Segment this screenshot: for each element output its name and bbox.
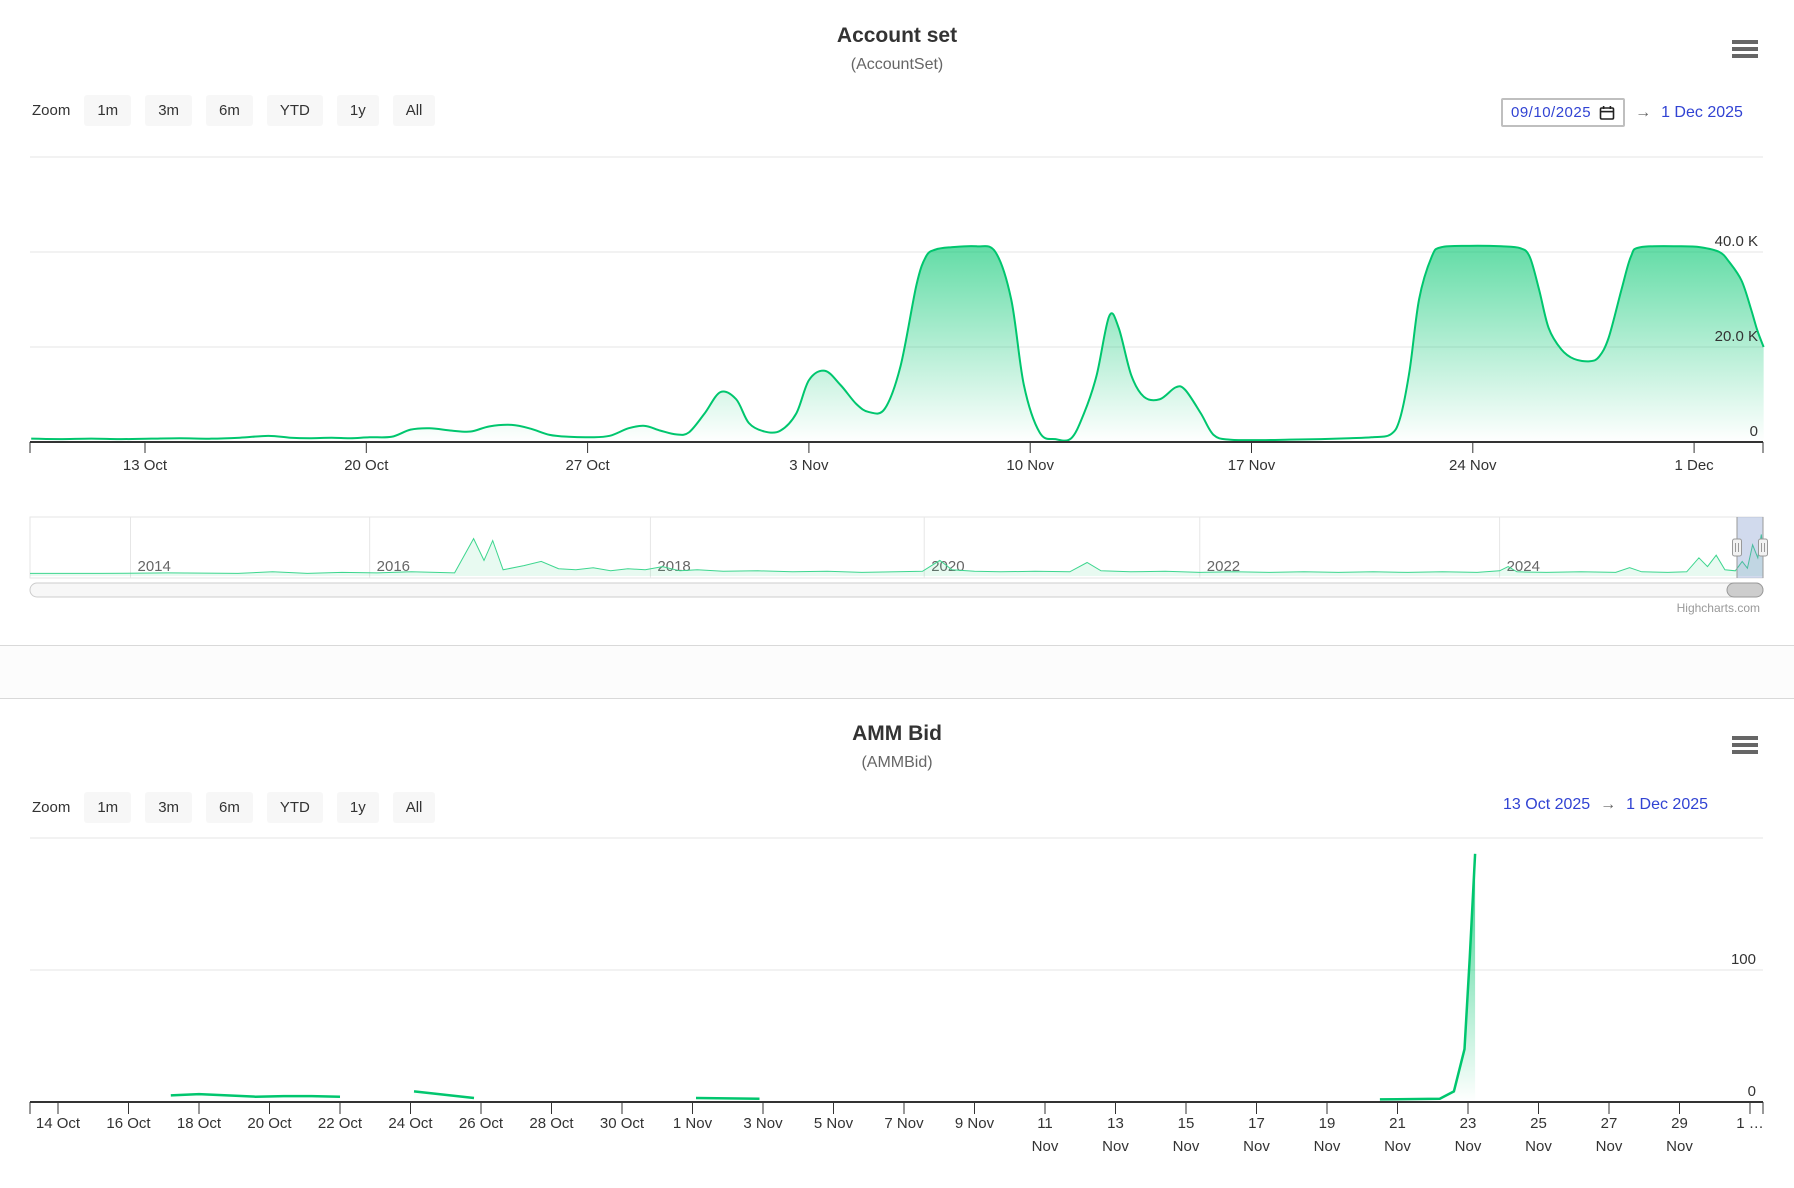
x-axis-label: 7 Nov	[884, 1115, 924, 1132]
range-zoom-toolbar: Zoom 1m 3m 6m YTD 1y All	[32, 95, 435, 126]
x-axis-label: 20 Oct	[247, 1115, 292, 1132]
charts-divider	[0, 645, 1794, 699]
x-axis-label: Nov	[1314, 1138, 1341, 1155]
chart-subtitle: (AccountSet)	[0, 56, 1794, 74]
x-axis-label: 28 Oct	[529, 1115, 574, 1132]
range-selector-2: 13 Oct 2025 → 1 Dec 2025	[1503, 796, 1708, 814]
range-selector: 09/10/2025 → 1 Dec 2025	[1501, 98, 1743, 127]
zoom-button-6m[interactable]: 6m	[206, 95, 253, 126]
zoom-button-all[interactable]: All	[393, 792, 436, 823]
x-axis-label: Nov	[1596, 1138, 1623, 1155]
x-axis-label: 16 Oct	[106, 1115, 151, 1132]
x-axis-label: 26 Oct	[459, 1115, 504, 1132]
range-to-button[interactable]: 1 Dec 2025	[1661, 104, 1743, 122]
chart-subtitle-2: (AMMBid)	[0, 754, 1794, 772]
x-axis-label: 25	[1530, 1115, 1547, 1132]
y-axis-label: 0	[1748, 1083, 1756, 1100]
range-from-button[interactable]: 13 Oct 2025	[1503, 796, 1590, 814]
zoom-button-6m[interactable]: 6m	[206, 792, 253, 823]
zoom-button-ytd[interactable]: YTD	[267, 792, 323, 823]
zoom-button-3m[interactable]: 3m	[145, 95, 192, 126]
x-axis-label: 13	[1107, 1115, 1124, 1132]
range-zoom-toolbar-2: Zoom 1m 3m 6m YTD 1y All	[32, 792, 435, 823]
x-axis-label: 20 Oct	[344, 457, 389, 474]
x-axis-label: Nov	[1102, 1138, 1129, 1155]
x-axis-label: 17 Nov	[1228, 457, 1276, 474]
x-axis-label: 1 Dec	[1675, 457, 1715, 474]
highcharts-credit[interactable]: Highcharts.com	[1677, 601, 1760, 615]
x-axis-label: 1 Nov	[673, 1115, 713, 1132]
x-axis-label: 1 …	[1736, 1115, 1764, 1132]
x-axis-label: Nov	[1173, 1138, 1200, 1155]
x-axis-label: 15	[1178, 1115, 1195, 1132]
x-axis-label: Nov	[1455, 1138, 1482, 1155]
amm-bid-chart-card: 14 Oct 16 Oct 18 Oct 20 Oct 22 Oct 24 Oct 26 O…	[0, 700, 1794, 1188]
zoom-buttons: 1m 3m 6m YTD 1y All	[84, 95, 435, 126]
y-axis-label: 40.0 K	[1715, 233, 1758, 250]
account-set-chart-card: 13 Oct 20 Oct 27 Oct 3 Nov 10 Nov 17 Nov 24 No…	[0, 0, 1794, 645]
series-line	[696, 1098, 760, 1099]
context-menu-icon[interactable]	[1732, 40, 1758, 60]
x-axis-label: 21	[1389, 1115, 1406, 1132]
navigator-handle[interactable]	[1759, 539, 1768, 556]
y-axis-label: 100	[1731, 951, 1756, 968]
zoom-button-1y[interactable]: 1y	[337, 792, 379, 823]
amm-bid-plot: 14 Oct 16 Oct 18 Oct 20 Oct 22 Oct 24 Oct 26 O…	[0, 700, 1794, 1188]
x-axis-label: 13 Oct	[123, 457, 168, 474]
range-to-button[interactable]: 1 Dec 2025	[1626, 796, 1708, 814]
navigator-handle[interactable]	[1733, 539, 1742, 556]
x-axis-label: Nov	[1032, 1138, 1059, 1155]
zoom-button-1m[interactable]: 1m	[84, 792, 131, 823]
x-axis-label: 23	[1460, 1115, 1477, 1132]
x-axis-label: 10 Nov	[1006, 457, 1054, 474]
page-title: Account set	[0, 24, 1794, 48]
x-axis-label: 24 Oct	[388, 1115, 433, 1132]
x-axis-label: Nov	[1384, 1138, 1411, 1155]
x-axis-label: 18 Oct	[177, 1115, 222, 1132]
x-axis-label: 9 Nov	[955, 1115, 995, 1132]
x-axis-label: 17	[1248, 1115, 1265, 1132]
zoom-button-all[interactable]: All	[393, 95, 436, 126]
x-axis-label: 30 Oct	[600, 1115, 645, 1132]
range-arrow: →	[1600, 796, 1616, 814]
y-axis-label: 0	[1750, 423, 1758, 440]
navigator-series-line	[30, 534, 1763, 573]
navigator-series-area	[30, 534, 1763, 576]
calendar-icon[interactable]	[1599, 105, 1615, 121]
y-axis-label: 20.0 K	[1715, 328, 1758, 345]
x-axis-label: 14 Oct	[36, 1115, 81, 1132]
zoom-label: Zoom	[32, 799, 70, 816]
x-axis-label: 27	[1601, 1115, 1618, 1132]
zoom-button-3m[interactable]: 3m	[145, 792, 192, 823]
x-axis-label: 24 Nov	[1449, 457, 1497, 474]
zoom-label: Zoom	[32, 102, 70, 119]
scrollbar-thumb[interactable]	[1727, 583, 1763, 597]
x-axis-label: 11	[1037, 1115, 1053, 1132]
zoom-button-1y[interactable]: 1y	[337, 95, 379, 126]
range-from-value: 09/10/2025	[1511, 104, 1591, 121]
series-line	[1380, 854, 1475, 1100]
range-arrow: →	[1635, 104, 1651, 122]
chart-title-2: AMM Bid	[0, 722, 1794, 746]
x-axis-label: 19	[1319, 1115, 1336, 1132]
x-axis-label: 3 Nov	[789, 457, 829, 474]
range-from-date-input[interactable]: 09/10/2025	[1501, 98, 1625, 127]
x-axis-label: Nov	[1243, 1138, 1270, 1155]
x-axis-label: Nov	[1525, 1138, 1552, 1155]
dashboard: { "charts": [ { "title": "Account set", …	[0, 0, 1794, 1188]
x-axis-label: 5 Nov	[814, 1115, 854, 1132]
series-area	[31, 246, 1763, 442]
zoom-buttons: 1m 3m 6m YTD 1y All	[84, 792, 435, 823]
x-axis-label: 27 Oct	[566, 457, 611, 474]
x-axis-label: Nov	[1666, 1138, 1693, 1155]
x-axis-label: 3 Nov	[743, 1115, 783, 1132]
scrollbar-track[interactable]	[30, 583, 1763, 597]
context-menu-icon[interactable]	[1732, 736, 1758, 756]
x-axis-label: 22 Oct	[318, 1115, 363, 1132]
x-axis-label: 29	[1671, 1115, 1688, 1132]
zoom-button-1m[interactable]: 1m	[84, 95, 131, 126]
zoom-button-ytd[interactable]: YTD	[267, 95, 323, 126]
